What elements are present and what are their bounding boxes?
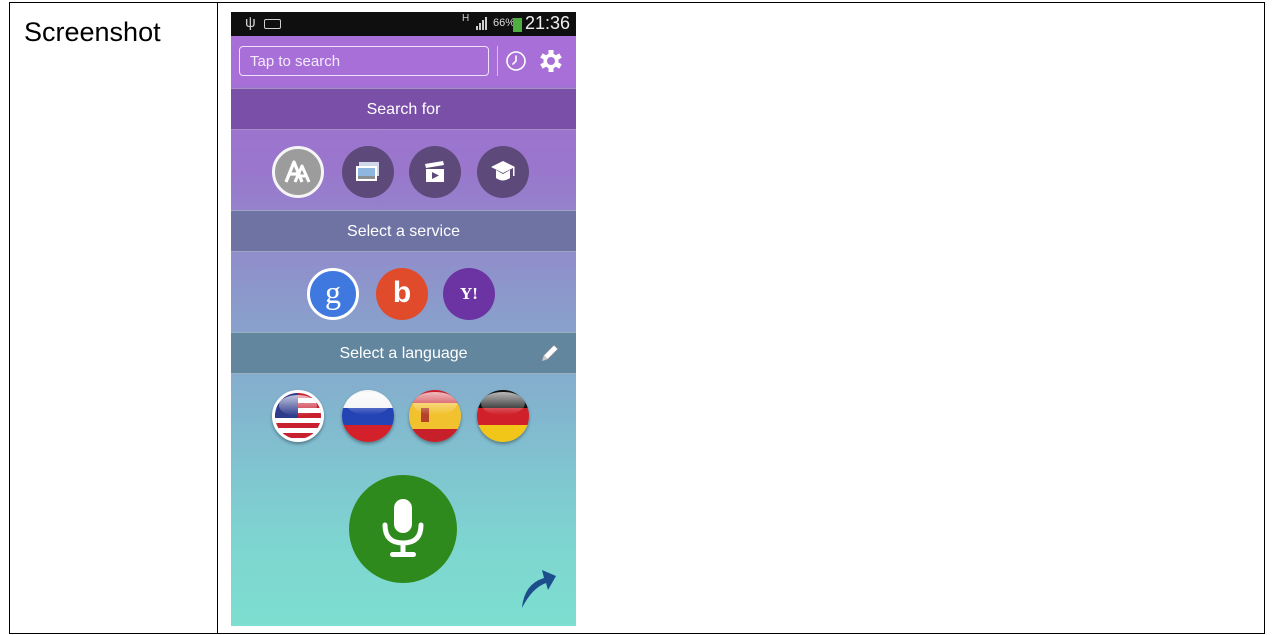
battery-icon: [513, 18, 522, 32]
pencil-icon[interactable]: [538, 343, 560, 365]
document-table: Screenshot: [9, 2, 1265, 634]
signal-icon: [476, 17, 487, 30]
graduation-cap-icon: [491, 161, 515, 181]
search-for-label: Search for: [366, 101, 441, 118]
google-icon: g: [325, 274, 341, 310]
usb-icon: ψ: [245, 14, 256, 31]
share-arrow-icon[interactable]: [518, 564, 558, 610]
table-label: Screenshot: [24, 17, 161, 47]
search-input[interactable]: [239, 46, 489, 76]
voicemail-icon: [264, 19, 281, 29]
flag-gloss: [278, 394, 318, 416]
select-service-header: Select a service: [231, 210, 576, 252]
video-clapper-icon: [425, 161, 444, 182]
category-text-button[interactable]: [272, 146, 324, 198]
category-video-button[interactable]: [409, 146, 461, 198]
gear-icon[interactable]: [538, 48, 564, 74]
search-bar: [231, 36, 576, 86]
category-images-button[interactable]: [342, 146, 394, 198]
bing-icon: b: [392, 276, 412, 309]
clock: 21:36: [525, 13, 571, 33]
phone-screenshot: ψ H 66% 21:36 Tap to search Search for S…: [231, 12, 576, 626]
yahoo-icon: Y!: [460, 284, 478, 303]
search-for-header: Search for: [231, 88, 576, 130]
russia-flag-button[interactable]: [342, 390, 394, 442]
status-bar: ψ H 66% 21:36: [231, 12, 576, 36]
select-language-header: Select a language: [231, 332, 576, 374]
history-icon[interactable]: [504, 49, 528, 73]
germany-flag-button[interactable]: [477, 390, 529, 442]
google-service-button[interactable]: g: [307, 268, 359, 320]
table-column-divider: [217, 3, 218, 633]
select-language-label: Select a language: [339, 345, 468, 362]
battery-percent: 66%: [493, 17, 516, 29]
spain-flag-button[interactable]: [409, 390, 461, 442]
images-icon: [356, 162, 379, 181]
select-service-label: Select a service: [347, 223, 460, 240]
bing-service-button[interactable]: b: [376, 268, 428, 320]
microphone-icon: [382, 499, 424, 557]
category-education-button[interactable]: [477, 146, 529, 198]
yahoo-service-button[interactable]: Y!: [443, 268, 495, 320]
search-divider: [497, 46, 498, 76]
network-type: H: [462, 13, 470, 24]
text-a-icon: [284, 160, 311, 183]
us-flag-button[interactable]: [272, 390, 324, 442]
microphone-button[interactable]: [349, 475, 457, 583]
